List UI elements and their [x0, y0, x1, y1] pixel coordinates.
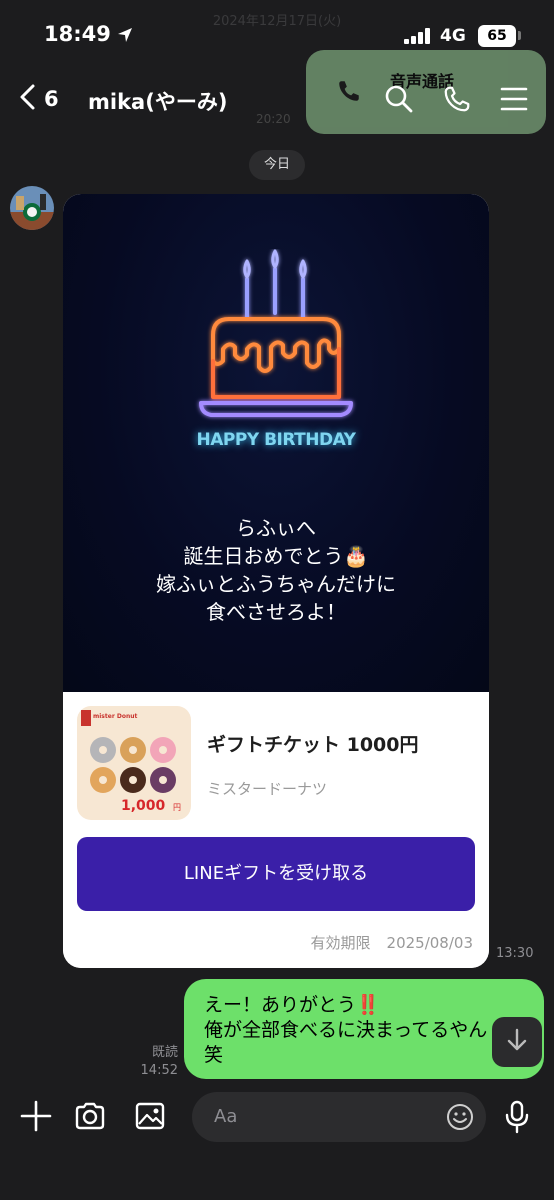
- gift-info: mister Donut 1,000 円 ギフトチケット 1000円 ミスタード…: [63, 692, 489, 968]
- signal-icon: [404, 28, 432, 48]
- thumb-unit: 円: [173, 803, 181, 812]
- message-time: 13:30: [496, 946, 534, 961]
- gift-message-card[interactable]: HAPPY BIRTHDAY らふぃへ 誕生日おめでとう🎂 嫁ふぃとふうちゃんだ…: [63, 194, 489, 968]
- message-line: 食べさせろよ！: [206, 600, 346, 624]
- camera-icon[interactable]: [74, 1100, 106, 1136]
- message-line: えー！ありがとう‼️: [204, 994, 380, 1016]
- gift-thumbnail[interactable]: mister Donut 1,000 円: [77, 706, 191, 820]
- card-message: らふぃへ 誕生日おめでとう🎂 嫁ふぃとふうちゃんだけに 食べさせろよ！: [63, 514, 489, 626]
- location-arrow-icon: [116, 26, 134, 48]
- birthday-cake-neon-icon: [199, 249, 353, 417]
- sent-time: 14:52: [140, 1063, 178, 1078]
- avatar[interactable]: [10, 186, 54, 230]
- message-line: 誕生日おめでとう🎂: [183, 544, 369, 568]
- phone-icon[interactable]: [442, 84, 472, 118]
- expiry-info: 有効期限 2025/08/03: [311, 932, 473, 953]
- message-line: らふぃへ: [236, 516, 316, 540]
- receive-gift-button[interactable]: LINEギフトを受け取る: [77, 837, 475, 911]
- search-icon[interactable]: [384, 84, 414, 118]
- network-type: 4G: [440, 26, 466, 46]
- chevron-left-icon: [18, 82, 38, 116]
- emoji-icon[interactable]: [446, 1103, 474, 1135]
- battery-indicator: 65: [478, 25, 516, 47]
- plus-icon[interactable]: [20, 1100, 52, 1136]
- expiry-label: 有効期限: [310, 934, 371, 952]
- happy-birthday-headline: HAPPY BIRTHDAY: [196, 430, 356, 450]
- gift-brand: ミスタードーナツ: [207, 780, 328, 798]
- read-label: 既読: [151, 1045, 178, 1060]
- read-receipt: 既読 14:52: [136, 1044, 178, 1080]
- message-line: 嫁ふぃとふうちゃんだけに: [156, 572, 396, 596]
- mic-icon[interactable]: [504, 1100, 530, 1138]
- message-input-placeholder: Aa: [214, 1106, 238, 1127]
- chat-title: mika(やーみ): [88, 90, 228, 114]
- unread-count: 6: [44, 87, 59, 111]
- input-bar: Aa: [0, 1080, 554, 1200]
- arrow-down-icon: [504, 1027, 530, 1057]
- gift-title: ギフトチケット 1000円: [207, 734, 419, 756]
- outgoing-message-bubble[interactable]: えー！ありがとう‼️ 俺が全部食べるに決まってるやん 笑: [184, 979, 544, 1079]
- status-time: 18:49: [44, 22, 111, 46]
- date-separator: 今日: [249, 150, 305, 180]
- image-icon[interactable]: [134, 1100, 166, 1136]
- back-button[interactable]: 6: [18, 82, 59, 116]
- message-input[interactable]: Aa: [192, 1092, 486, 1142]
- scroll-to-bottom-button[interactable]: [492, 1017, 542, 1067]
- thumb-price: 1,000: [121, 798, 166, 814]
- expiry-date: 2025/08/03: [386, 934, 473, 952]
- menu-icon[interactable]: [500, 84, 528, 118]
- ghost-time: 20:20: [256, 112, 291, 126]
- battery-nub: [518, 31, 521, 40]
- card-image: HAPPY BIRTHDAY らふぃへ 誕生日おめでとう🎂 嫁ふぃとふうちゃんだ…: [63, 194, 489, 692]
- thumb-brand: mister Donut: [93, 713, 138, 720]
